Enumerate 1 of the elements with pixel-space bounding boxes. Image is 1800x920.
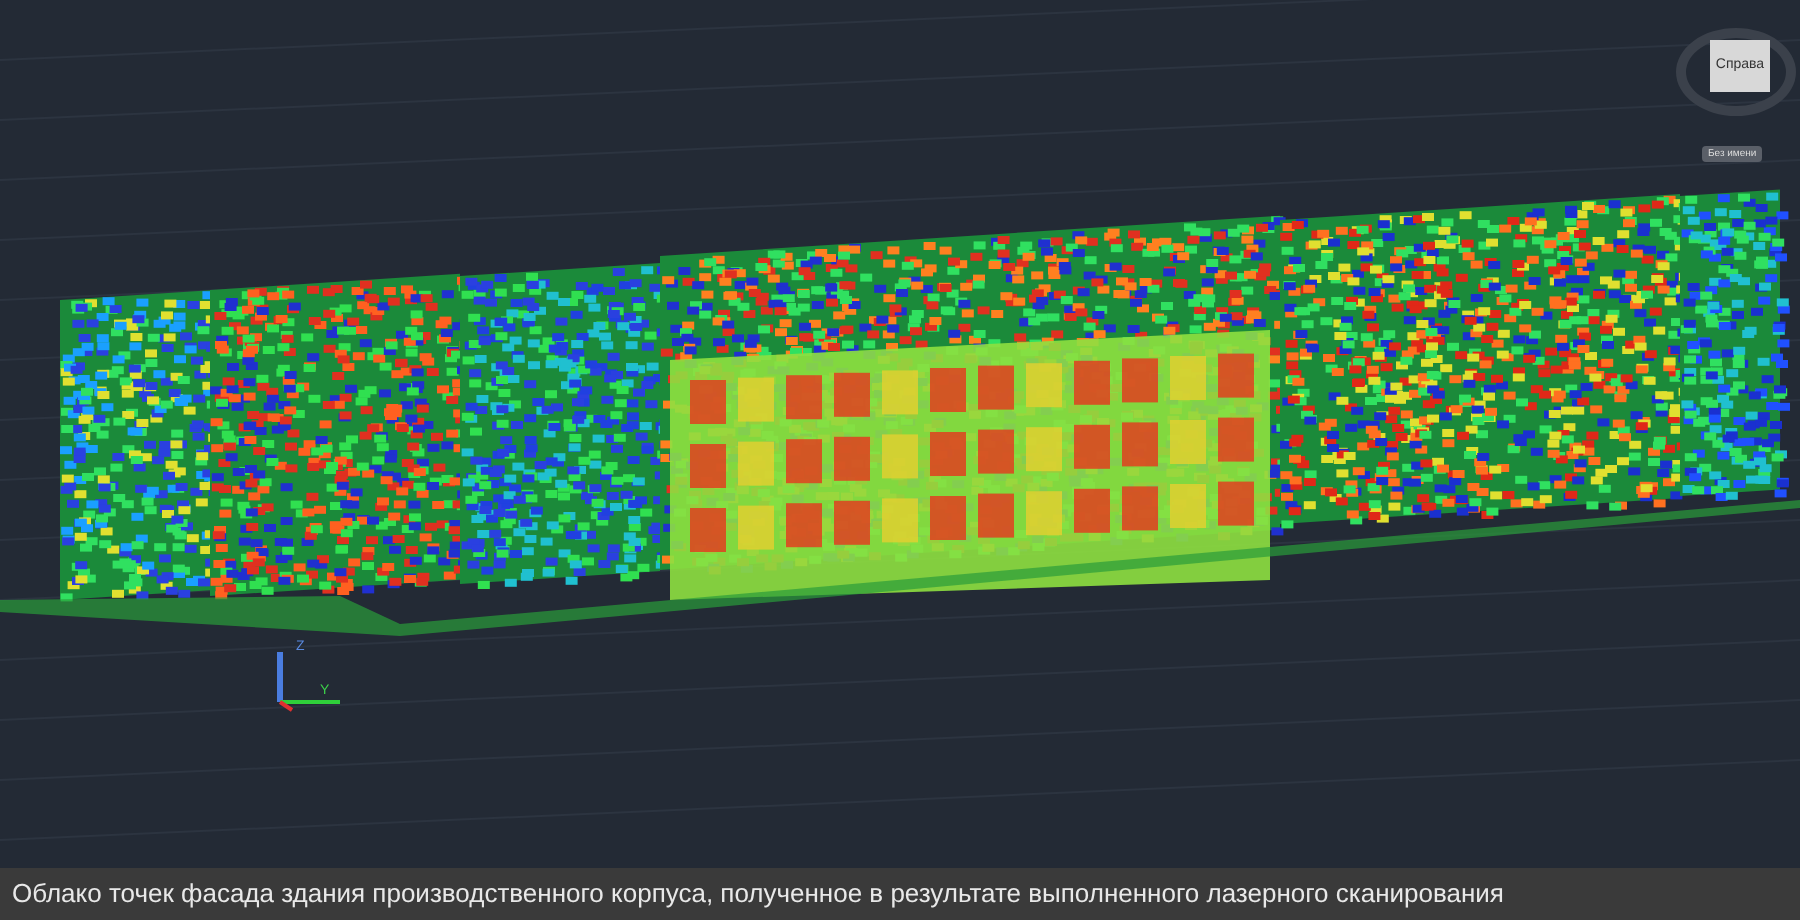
caption: Облако точек фасада здания производственного корпуса, полученное в результате выполненного лазерного сканирования	[12, 876, 1504, 913]
